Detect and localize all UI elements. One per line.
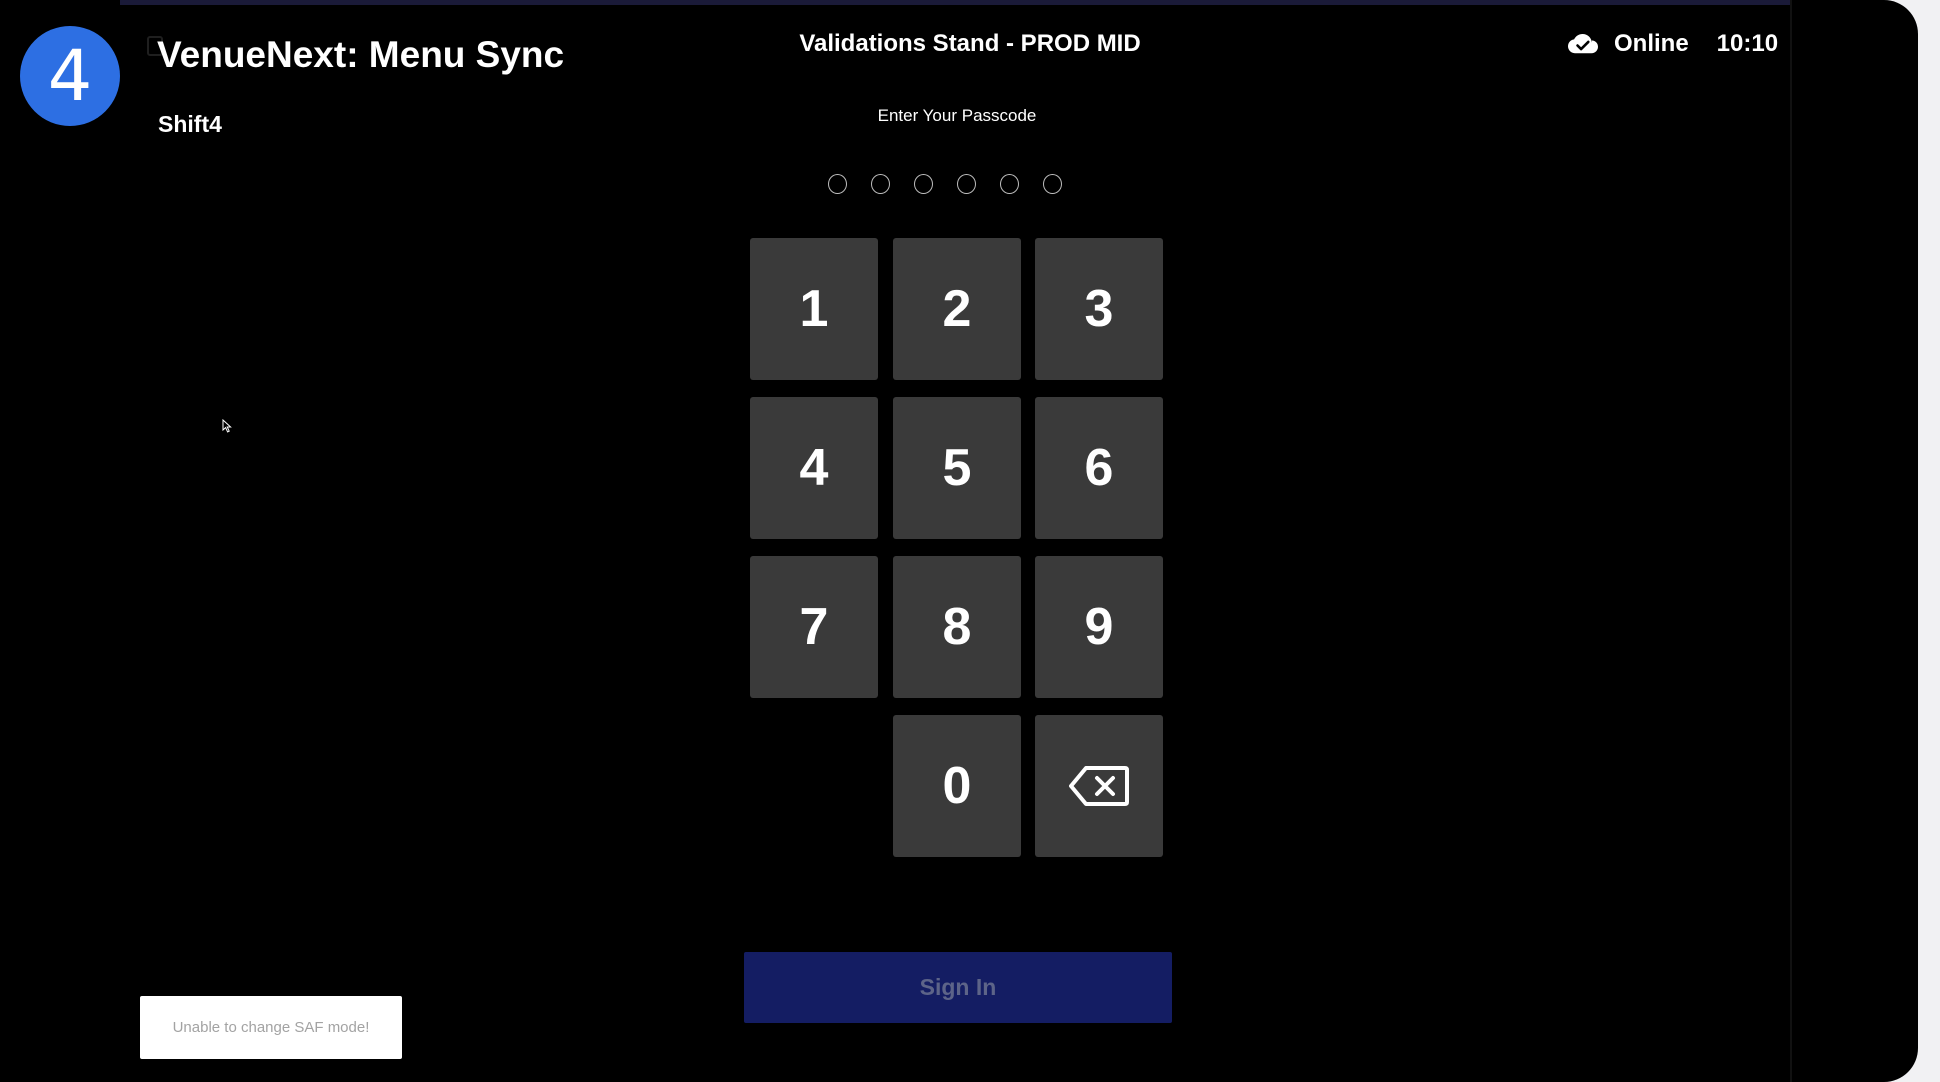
passcode-dot	[957, 174, 976, 194]
keypad-key-6[interactable]: 6	[1035, 397, 1163, 539]
app-title: VenueNext: Menu Sync	[157, 34, 565, 75]
cloud-check-icon	[1568, 34, 1598, 54]
clock: 10:10	[1716, 30, 1779, 57]
keypad-key-9[interactable]: 9	[1035, 556, 1163, 698]
passcode-dot	[871, 174, 890, 194]
keypad-key-7[interactable]: 7	[750, 556, 878, 698]
status-bar: Online 10:10	[1568, 30, 1778, 58]
app-screen: 4 VenueNext: Menu Sync Shift4 Validation…	[0, 0, 1918, 1082]
keypad-key-3[interactable]: 3	[1035, 238, 1163, 380]
passcode-dot	[914, 174, 933, 194]
passcode-dots	[828, 174, 1062, 194]
keypad-key-4[interactable]: 4	[750, 397, 878, 539]
cursor-icon	[222, 419, 232, 433]
stand-name: Validations Stand - PROD MID	[799, 30, 1141, 57]
keypad-key-2[interactable]: 2	[893, 238, 1021, 380]
keypad-key-0[interactable]: 0	[893, 715, 1021, 857]
passcode-dot	[1000, 174, 1019, 194]
brand-logo: 4	[20, 26, 120, 126]
app-subtitle: Shift4	[158, 111, 222, 137]
passcode-dot	[828, 174, 847, 194]
keypad-key-8[interactable]: 8	[893, 556, 1021, 698]
keypad-key-1[interactable]: 1	[750, 238, 878, 380]
connection-status: Online	[1614, 30, 1689, 57]
screen-divider	[1790, 0, 1792, 1082]
top-border	[120, 0, 1790, 5]
passcode-dot	[1043, 174, 1062, 194]
saf-mode-toast: Unable to change SAF mode!	[140, 996, 402, 1059]
passcode-prompt: Enter Your Passcode	[877, 106, 1037, 125]
keypad-key-5[interactable]: 5	[893, 397, 1021, 539]
sign-in-button[interactable]: Sign In	[744, 952, 1172, 1023]
backspace-button[interactable]	[1035, 715, 1163, 857]
backspace-icon	[1069, 766, 1129, 806]
